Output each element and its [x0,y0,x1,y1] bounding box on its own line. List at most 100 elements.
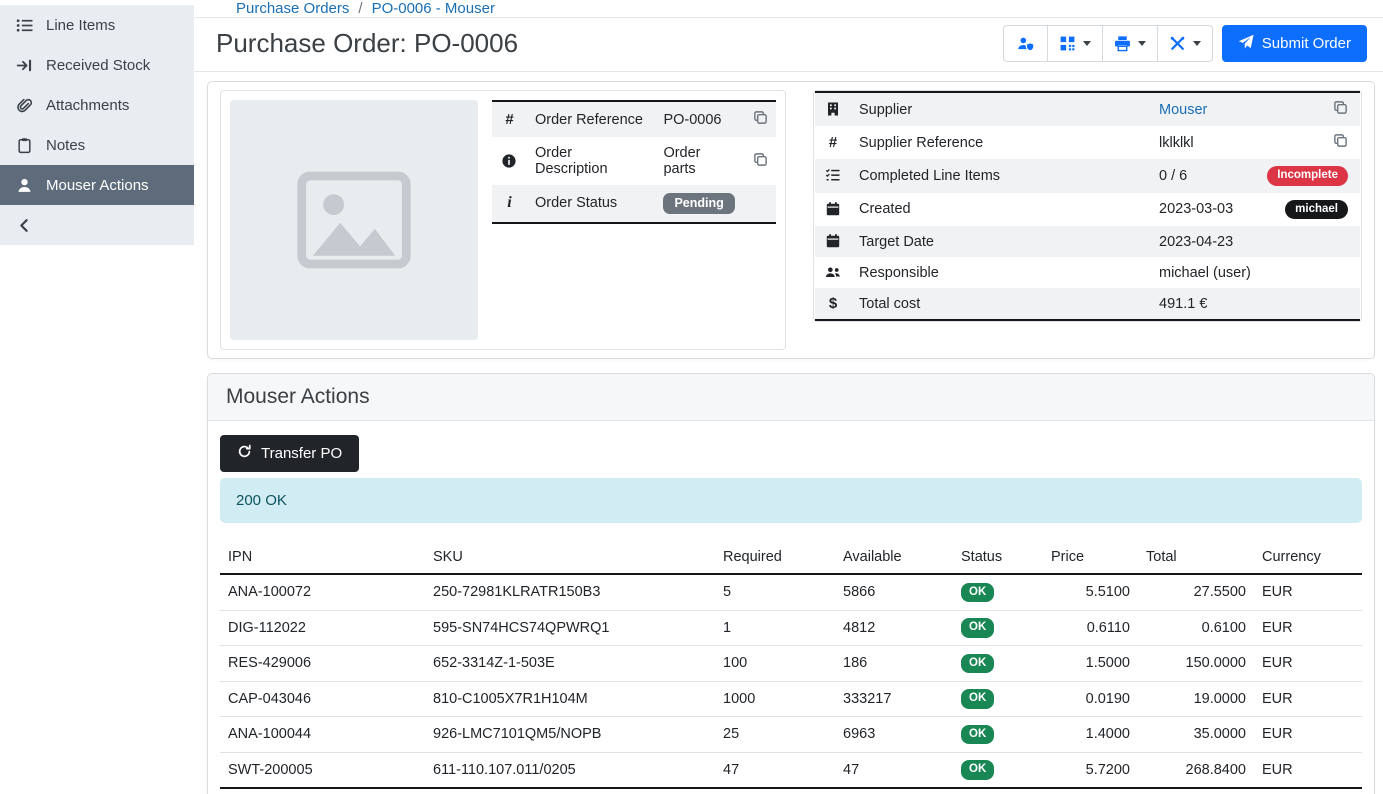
user-icon [15,176,33,194]
cell-ipn: DIG-112022 [220,610,425,646]
users-icon [825,265,841,281]
detail-row-order-reference: # Order Reference PO-0006 [492,101,776,137]
cell-available: 6963 [835,717,953,753]
status-ok-badge: OK [961,618,994,638]
printer-icon [1114,35,1131,52]
copy-icon[interactable] [1333,133,1348,148]
cell-required: 1000 [715,681,835,717]
cell-total: 27.5500 [1138,574,1254,610]
cell-required: 25 [715,717,835,753]
detail-value: lklklkl [1151,126,1259,159]
cell-total: 0.6100 [1138,610,1254,646]
toolbar: Submit Order [1003,25,1367,62]
cell-ipn: CAP-043046 [220,681,425,717]
parts-table-row: SWT-200005 611-110.107.011/0205 47 47 OK… [220,752,1362,788]
cell-currency: EUR [1254,646,1362,682]
detail-label: Responsible [851,257,1151,288]
cell-required: 5 [715,574,835,610]
sidebar-collapse-button[interactable] [0,205,194,245]
detail-row-total-cost: $ Total cost 491.1 € [815,288,1360,320]
detail-label: Created [851,193,1151,227]
transfer-po-button[interactable]: Transfer PO [220,435,359,472]
status-ok-badge: OK [961,654,994,674]
sidebar: Line Items Received Stock Attachments No… [0,0,194,794]
detail-value: 2023-03-03 [1151,193,1259,227]
total-value: 501.0000 [1138,788,1254,794]
barcode-actions-button[interactable] [1047,25,1103,62]
cell-price: 0.0190 [1043,681,1138,717]
copy-icon[interactable] [1333,100,1348,115]
hash-icon: # [829,134,837,151]
qrcode-icon [1059,35,1076,52]
building-icon [825,102,841,118]
cell-available: 186 [835,646,953,682]
detail-row-responsible: Responsible michael (user) [815,257,1360,288]
detail-row-completed-line-items: Completed Line Items 0 / 6 Incomplete [815,159,1360,193]
paper-plane-icon [1238,34,1254,54]
detail-row-target-date: Target Date 2023-04-23 [815,226,1360,257]
cell-status: OK [953,752,1043,788]
notes-icon [15,136,33,154]
user-roles-button[interactable] [1003,25,1048,62]
order-actions-button[interactable] [1157,25,1213,62]
sidebar-item-notes[interactable]: Notes [0,125,194,165]
sidebar-item-attachments[interactable]: Attachments [0,85,194,125]
order-details-table: # Order Reference PO-0006 Order Descript… [492,100,776,224]
parts-table-total-row: Total 501.0000 [220,788,1362,794]
detail-value: michael (user) [1151,257,1259,288]
cell-ipn: RES-429006 [220,646,425,682]
cell-ipn: ANA-100044 [220,717,425,753]
status-ok-badge: OK [961,583,994,603]
parts-table-row: RES-429006 652-3314Z-1-503E 100 186 OK 1… [220,646,1362,682]
sidebar-item-label: Attachments [46,97,129,114]
cell-price: 1.5000 [1043,646,1138,682]
cell-price: 5.7200 [1043,752,1138,788]
cell-required: 1 [715,610,835,646]
detail-label: Order Status [527,185,655,223]
chevron-down-icon [1138,41,1146,46]
image-icon [288,154,420,286]
detail-label: Target Date [851,226,1151,257]
sidebar-item-line-items[interactable]: Line Items [0,5,194,45]
paperclip-icon [15,96,33,114]
cell-total: 268.8400 [1138,752,1254,788]
cell-status: OK [953,681,1043,717]
cell-available: 47 [835,752,953,788]
breadcrumb: Purchase Orders / PO-0006 - Mouser [194,0,1383,18]
user-badge: michael [1285,200,1348,220]
status-alert-text: 200 OK [236,492,287,509]
copy-icon[interactable] [753,110,768,125]
detail-label: Total cost [851,288,1151,320]
part-image-placeholder[interactable] [230,100,478,340]
chevron-left-icon [15,216,33,234]
tools-icon [1169,35,1186,52]
cell-price: 5.5100 [1043,574,1138,610]
detail-value: PO-0006 [655,101,742,137]
parts-table-row: ANA-100072 250-72981KLRATR150B3 5 5866 O… [220,574,1362,610]
sidebar-item-received-stock[interactable]: Received Stock [0,45,194,85]
parts-table-row: DIG-112022 595-SN74HCS74QPWRQ1 1 4812 OK… [220,610,1362,646]
supplier-link[interactable]: Mouser [1159,102,1207,118]
print-actions-button[interactable] [1102,25,1158,62]
cell-currency: EUR [1254,681,1362,717]
sidebar-item-mouser-actions[interactable]: Mouser Actions [0,165,194,205]
col-ipn: IPN [220,541,425,574]
cell-available: 333217 [835,681,953,717]
list-icon [15,16,33,34]
col-sku: SKU [425,541,715,574]
page-header: Purchase Order: PO-0006 [194,18,1383,72]
page-title: Purchase Order: PO-0006 [216,28,518,59]
breadcrumb-link-current[interactable]: PO-0006 - Mouser [372,0,495,17]
total-label: Total [220,788,425,794]
cell-sku: 250-72981KLRATR150B3 [425,574,715,610]
detail-value: Order parts [655,137,742,185]
content: # Order Reference PO-0006 Order Descript… [194,72,1383,794]
col-total: Total [1138,541,1254,574]
copy-icon[interactable] [753,152,768,167]
submit-order-button[interactable]: Submit Order [1222,25,1367,62]
cell-sku: 595-SN74HCS74QPWRQ1 [425,610,715,646]
detail-value: 2023-04-23 [1151,226,1259,257]
dollar-icon: $ [829,295,837,312]
chevron-down-icon [1083,41,1091,46]
breadcrumb-link-purchase-orders[interactable]: Purchase Orders [236,0,349,17]
